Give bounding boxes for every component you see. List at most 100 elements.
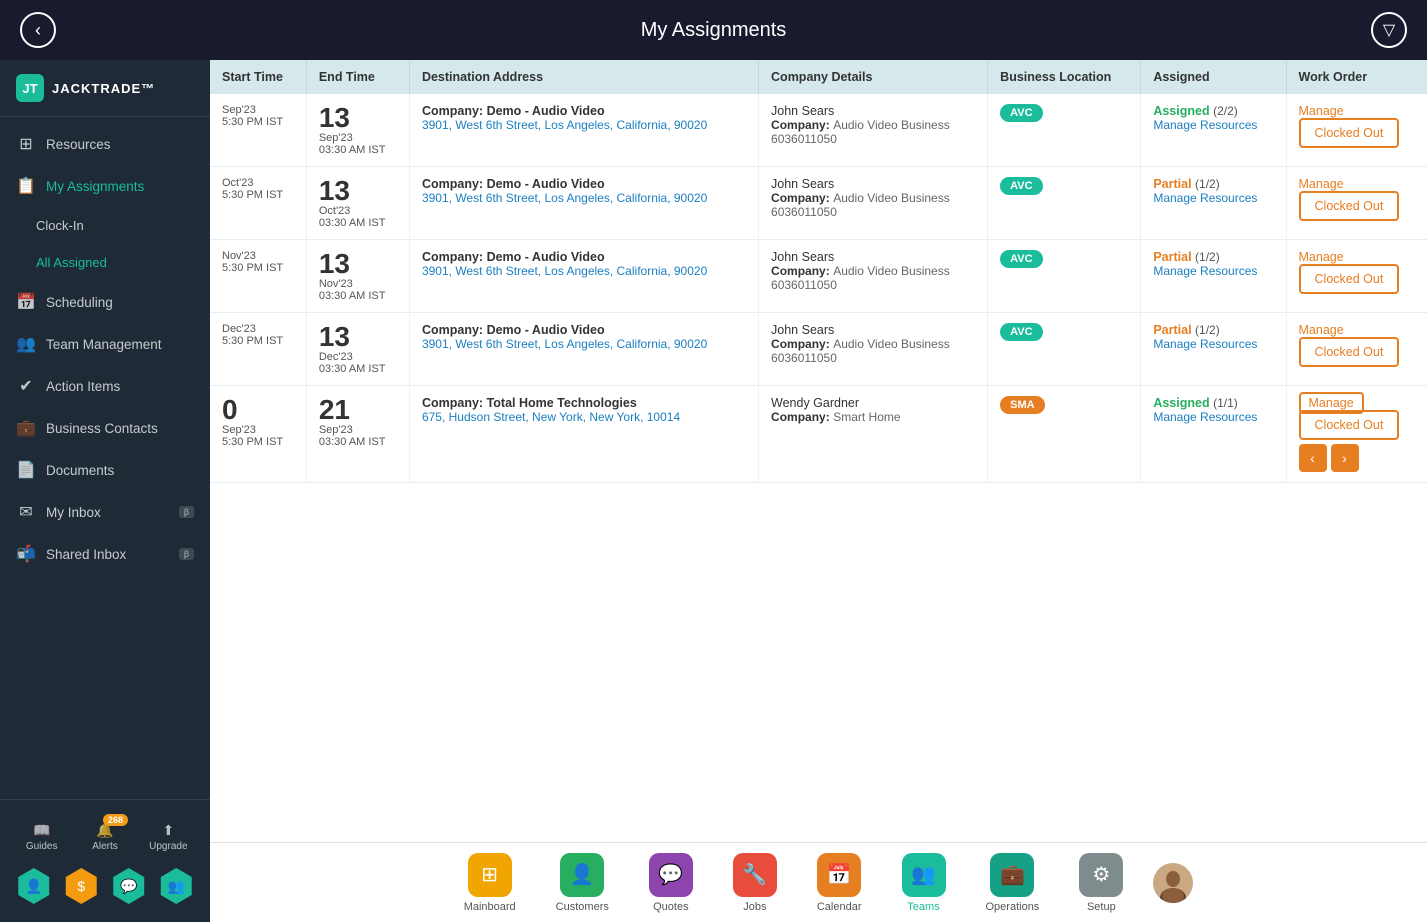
col-destination-address: Destination Address: [409, 60, 758, 94]
sidebar-item-my-inbox[interactable]: ✉ My Inbox β: [0, 491, 210, 533]
manage-resources-link[interactable]: Manage Resources: [1153, 410, 1257, 424]
col-end-time: End Time: [306, 60, 409, 94]
cell-business-location-3: AVC: [988, 313, 1141, 386]
clocked-out-button[interactable]: Clocked Out: [1299, 264, 1400, 294]
sidebar-item-resources[interactable]: ⊞ Resources: [0, 123, 210, 165]
manage-link[interactable]: Manage: [1299, 323, 1344, 337]
manage-link[interactable]: Manage: [1299, 250, 1344, 264]
cell-company-details-3: John Sears Company: Audio Video Business…: [759, 313, 988, 386]
page-title: My Assignments: [641, 19, 787, 42]
cell-company-details-0: John Sears Company: Audio Video Business…: [759, 94, 988, 167]
table-row: Dec'23 5:30 PM IST 13 Dec'23 03:30 AM IS…: [210, 313, 1427, 386]
cell-company-details-1: John Sears Company: Audio Video Business…: [759, 167, 988, 240]
cell-company-details-2: John Sears Company: Audio Video Business…: [759, 240, 988, 313]
company-address[interactable]: 675, Hudson Street, New York, New York, …: [422, 410, 680, 424]
nav-item-quotes[interactable]: 💬 Quotes: [629, 845, 713, 921]
sidebar-item-clock-in[interactable]: Clock-In: [0, 207, 210, 244]
row-navigation: ‹ ›: [1299, 444, 1415, 472]
nav-item-calendar[interactable]: 📅 Calendar: [797, 845, 882, 921]
upgrade-button[interactable]: ⬆ Upgrade: [149, 818, 187, 856]
manage-link[interactable]: Manage: [1299, 392, 1364, 414]
cell-work-order-2: Manage Clocked Out: [1286, 240, 1427, 313]
sidebar-item-all-assigned[interactable]: All Assigned: [0, 244, 210, 281]
company-detail-value: Smart Home: [833, 410, 900, 424]
sidebar-logo: JT JACKTRADE™: [0, 60, 210, 117]
sidebar-item-label: My Assignments: [46, 179, 144, 194]
clocked-out-button[interactable]: Clocked Out: [1299, 191, 1400, 221]
nav-item-customers[interactable]: 👤 Customers: [536, 845, 629, 921]
back-icon: ‹: [35, 20, 41, 41]
status-count: (2/2): [1213, 104, 1238, 118]
end-time: 03:30 AM IST: [319, 217, 397, 229]
sidebar-item-my-assignments[interactable]: 📋 My Assignments: [0, 165, 210, 207]
company-address[interactable]: 3901, West 6th Street, Los Angeles, Cali…: [422, 264, 707, 278]
col-business-location: Business Location: [988, 60, 1141, 94]
hex-chat-icon[interactable]: 💬: [111, 868, 147, 904]
sidebar-item-documents[interactable]: 📄 Documents: [0, 449, 210, 491]
assignments-table-wrapper[interactable]: Start Time End Time Destination Address …: [210, 60, 1427, 842]
alerts-badge: 268: [103, 814, 128, 826]
start-date-label: Sep'23: [222, 424, 294, 436]
filter-button[interactable]: ▽: [1371, 12, 1407, 48]
sidebar-item-scheduling[interactable]: 📅 Scheduling: [0, 281, 210, 323]
status-count: (1/2): [1195, 323, 1220, 337]
prev-arrow[interactable]: ‹: [1299, 444, 1327, 472]
nav-item-jobs[interactable]: 🔧 Jobs: [713, 845, 797, 921]
company-address[interactable]: 3901, West 6th Street, Los Angeles, Cali…: [422, 118, 707, 132]
end-date-label: Oct'23: [319, 205, 397, 217]
company-name: Demo - Audio Video: [487, 177, 605, 191]
manage-link[interactable]: Manage: [1299, 104, 1344, 118]
setup-label: Setup: [1087, 901, 1116, 913]
mainboard-label: Mainboard: [464, 901, 516, 913]
user-avatar[interactable]: [1153, 863, 1193, 903]
end-date-num: 21: [319, 396, 397, 424]
cell-destination-0: Company: Demo - Audio Video 3901, West 6…: [409, 94, 758, 167]
phone-number: 6036011050: [771, 278, 975, 292]
manage-link[interactable]: Manage: [1299, 177, 1344, 191]
manage-resources-link[interactable]: Manage Resources: [1153, 191, 1257, 205]
back-button[interactable]: ‹: [20, 12, 56, 48]
end-date-label: Sep'23: [319, 424, 397, 436]
clocked-out-button[interactable]: Clocked Out: [1299, 118, 1400, 148]
mainboard-icon: ⊞: [468, 853, 512, 897]
sidebar-item-shared-inbox[interactable]: 📬 Shared Inbox β: [0, 533, 210, 575]
cell-destination-2: Company: Demo - Audio Video 3901, West 6…: [409, 240, 758, 313]
cell-end-time-4: 21 Sep'23 03:30 AM IST: [306, 386, 409, 483]
cell-business-location-1: AVC: [988, 167, 1141, 240]
cell-start-time-2: Nov'23 5:30 PM IST: [210, 240, 306, 313]
my-inbox-beta: β: [179, 506, 194, 518]
manage-resources-link[interactable]: Manage Resources: [1153, 118, 1257, 132]
hex-user-icon[interactable]: 👤: [16, 868, 52, 904]
status-count: (1/1): [1213, 396, 1238, 410]
nav-item-mainboard[interactable]: ⊞ Mainboard: [444, 845, 536, 921]
manage-resources-link[interactable]: Manage Resources: [1153, 264, 1257, 278]
sidebar-item-action-items[interactable]: ✔ Action Items: [0, 365, 210, 407]
company-address[interactable]: 3901, West 6th Street, Los Angeles, Cali…: [422, 337, 707, 351]
sidebar-item-label: Shared Inbox: [46, 547, 126, 562]
teams-label: Teams: [907, 901, 939, 913]
guides-button[interactable]: 📖 Guides: [23, 818, 61, 856]
clocked-out-button[interactable]: Clocked Out: [1299, 337, 1400, 367]
start-date-label: Oct'23: [222, 177, 294, 189]
cell-end-time-1: 13 Oct'23 03:30 AM IST: [306, 167, 409, 240]
nav-item-setup[interactable]: ⚙ Setup: [1059, 845, 1143, 921]
end-time: 03:30 AM IST: [319, 144, 397, 156]
clocked-out-button[interactable]: Clocked Out: [1299, 410, 1400, 440]
nav-item-operations[interactable]: 💼 Operations: [966, 845, 1060, 921]
alerts-button[interactable]: 🔔 Alerts 268: [86, 818, 124, 856]
hex-team-icon[interactable]: 👥: [158, 868, 194, 904]
manage-resources-link[interactable]: Manage Resources: [1153, 337, 1257, 351]
cell-end-time-3: 13 Dec'23 03:30 AM IST: [306, 313, 409, 386]
hex-dollar-icon[interactable]: $: [63, 868, 99, 904]
nav-item-teams[interactable]: 👥 Teams: [882, 845, 966, 921]
company-detail-label: Company:: [771, 410, 830, 424]
jobs-label: Jobs: [743, 901, 766, 913]
next-arrow[interactable]: ›: [1331, 444, 1359, 472]
sidebar-item-business-contacts[interactable]: 💼 Business Contacts: [0, 407, 210, 449]
sidebar-item-label: Business Contacts: [46, 421, 158, 436]
start-date-num: 0: [222, 396, 294, 424]
company-address[interactable]: 3901, West 6th Street, Los Angeles, Cali…: [422, 191, 707, 205]
cell-company-details-4: Wendy Gardner Company: Smart Home: [759, 386, 988, 483]
contact-name: John Sears: [771, 323, 975, 337]
sidebar-item-team-management[interactable]: 👥 Team Management: [0, 323, 210, 365]
